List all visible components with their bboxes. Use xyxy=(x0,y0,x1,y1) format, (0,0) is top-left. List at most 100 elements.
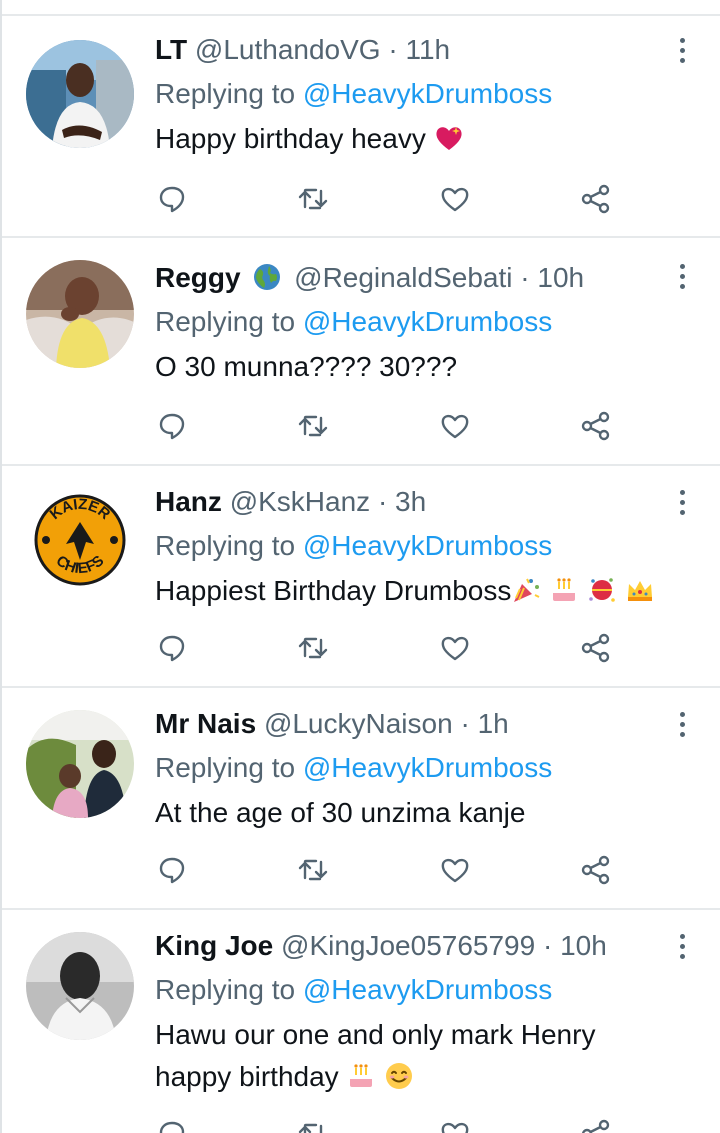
like-icon[interactable] xyxy=(435,628,475,668)
reply-to-handle-link[interactable]: @HeavykDrumboss xyxy=(303,530,552,561)
avatar[interactable]: KAIZER CHIEFS xyxy=(26,486,134,594)
reply-to-handle-link[interactable]: @HeavykDrumboss xyxy=(303,78,552,109)
like-icon[interactable] xyxy=(435,406,475,446)
more-icon[interactable] xyxy=(672,30,692,70)
user-handle[interactable]: @LuthandoVG xyxy=(195,34,381,65)
globe-icon xyxy=(252,262,282,292)
tweet-header: LT @LuthandoVG · 11h xyxy=(155,30,662,70)
tweet-text: Happy birthday heavy xyxy=(155,118,662,160)
reply-icon[interactable] xyxy=(152,179,192,219)
tweet-text: At the age of 30 unzima kanje xyxy=(155,792,662,834)
reply-icon[interactable] xyxy=(152,850,192,890)
reply-to-handle-link[interactable]: @HeavykDrumboss xyxy=(303,306,552,337)
reply-tweet[interactable]: King Joe @KingJoe05765799 · 10h Replying… xyxy=(2,910,720,1133)
display-name[interactable]: Reggy xyxy=(155,262,241,293)
smiling-face-icon xyxy=(384,1061,414,1091)
replying-to: Replying to @HeavykDrumboss xyxy=(155,748,662,788)
retweet-icon[interactable] xyxy=(293,850,333,890)
like-icon[interactable] xyxy=(435,1114,475,1133)
reply-tweet[interactable]: LT @LuthandoVG · 11h Replying to @Heavyk… xyxy=(2,16,720,238)
display-name[interactable]: Hanz xyxy=(155,486,222,517)
more-icon[interactable] xyxy=(672,704,692,744)
reply-icon[interactable] xyxy=(152,628,192,668)
reply-icon[interactable] xyxy=(152,1114,192,1133)
retweet-icon[interactable] xyxy=(293,179,333,219)
avatar[interactable] xyxy=(26,40,134,148)
birthday-cake-icon xyxy=(346,1061,376,1091)
timestamp[interactable]: 1h xyxy=(478,708,509,739)
tweet-actions xyxy=(152,628,632,668)
avatar[interactable] xyxy=(26,710,134,818)
avatar[interactable] xyxy=(26,260,134,368)
separator-dot: · xyxy=(460,708,470,739)
replying-to: Replying to @HeavykDrumboss xyxy=(155,302,662,342)
reply-icon[interactable] xyxy=(152,406,192,446)
tweet-text-line-2-wrap: happy birthday xyxy=(155,1056,662,1098)
confetti-ball-icon xyxy=(587,575,617,605)
share-icon[interactable] xyxy=(576,179,616,219)
tweet-text: Hawu our one and only mark Henry happy b… xyxy=(155,1014,662,1098)
crown-icon xyxy=(625,575,655,605)
replying-to: Replying to @HeavykDrumboss xyxy=(155,970,662,1010)
tweet-actions xyxy=(152,1114,632,1133)
share-icon[interactable] xyxy=(576,1114,616,1133)
separator-dot: · xyxy=(377,486,388,517)
reply-to-handle-link[interactable]: @HeavykDrumboss xyxy=(303,752,552,783)
replying-to-label: Replying to xyxy=(155,78,296,109)
avatar[interactable] xyxy=(26,932,134,1040)
more-icon[interactable] xyxy=(672,256,692,296)
user-handle[interactable]: @KingJoe05765799 xyxy=(281,930,535,961)
display-name[interactable]: Mr Nais xyxy=(155,708,256,739)
tweet-header: Mr Nais @LuckyNaison · 1h xyxy=(155,704,662,744)
party-popper-icon xyxy=(511,575,541,605)
display-name[interactable]: King Joe xyxy=(155,930,273,961)
tweet-text-line-1: Hawu our one and only mark Henry xyxy=(155,1019,596,1050)
reply-feed: LT @LuthandoVG · 11h Replying to @Heavyk… xyxy=(0,0,720,1133)
tweet-text: Happiest Birthday Drumboss xyxy=(155,570,662,612)
share-icon[interactable] xyxy=(576,406,616,446)
timestamp[interactable]: 10h xyxy=(537,262,584,293)
replying-to-label: Replying to xyxy=(155,530,296,561)
tweet-text: O 30 munna???? 30??? xyxy=(155,346,662,388)
tweet-text-body: O 30 munna???? 30??? xyxy=(155,351,458,382)
sparkling-heart-icon xyxy=(434,123,464,153)
like-icon[interactable] xyxy=(435,850,475,890)
tweet-header: King Joe @KingJoe05765799 · 10h xyxy=(155,926,662,966)
tweet-actions xyxy=(152,850,632,890)
more-icon[interactable] xyxy=(672,926,692,966)
tweet-header: Reggy @ReginaldSebati · 10h xyxy=(155,258,662,298)
retweet-icon[interactable] xyxy=(293,628,333,668)
timestamp[interactable]: 3h xyxy=(395,486,426,517)
tweet-text-line-2: happy birthday xyxy=(155,1061,339,1092)
reply-tweet[interactable]: Reggy @ReginaldSebati · 10h Replying to … xyxy=(2,238,720,466)
like-icon[interactable] xyxy=(435,179,475,219)
tweet-text-body: Happy birthday heavy xyxy=(155,123,426,154)
reply-tweet[interactable]: KAIZER CHIEFS Hanz @KskHanz · 3h Replyin… xyxy=(2,466,720,688)
reply-tweet[interactable]: Mr Nais @LuckyNaison · 1h Replying to @H… xyxy=(2,688,720,910)
timestamp[interactable]: 10h xyxy=(560,930,607,961)
separator-dot: · xyxy=(388,34,398,65)
birthday-cake-icon xyxy=(549,575,579,605)
more-icon[interactable] xyxy=(672,482,692,522)
separator-dot: · xyxy=(520,262,530,293)
tweet-actions xyxy=(152,406,632,446)
replying-to: Replying to @HeavykDrumboss xyxy=(155,74,662,114)
retweet-icon[interactable] xyxy=(293,406,333,446)
share-icon[interactable] xyxy=(576,850,616,890)
display-name[interactable]: LT xyxy=(155,34,187,65)
share-icon[interactable] xyxy=(576,628,616,668)
retweet-icon[interactable] xyxy=(293,1114,333,1133)
tweet-text-body: Happiest Birthday Drumboss xyxy=(155,575,512,606)
reply-to-handle-link[interactable]: @HeavykDrumboss xyxy=(303,974,552,1005)
timestamp[interactable]: 11h xyxy=(405,34,450,65)
user-handle[interactable]: @LuckyNaison xyxy=(264,708,453,739)
replying-to-label: Replying to xyxy=(155,306,296,337)
replying-to-label: Replying to xyxy=(155,974,296,1005)
user-handle[interactable]: @KskHanz xyxy=(230,486,370,517)
replying-to-label: Replying to xyxy=(155,752,296,783)
tweet-actions xyxy=(152,179,632,219)
tweet-text-body: At the age of 30 unzima kanje xyxy=(155,797,526,828)
user-handle[interactable]: @ReginaldSebati xyxy=(294,262,512,293)
tweet-header: Hanz @KskHanz · 3h xyxy=(155,482,662,522)
replying-to: Replying to @HeavykDrumboss xyxy=(155,526,662,566)
